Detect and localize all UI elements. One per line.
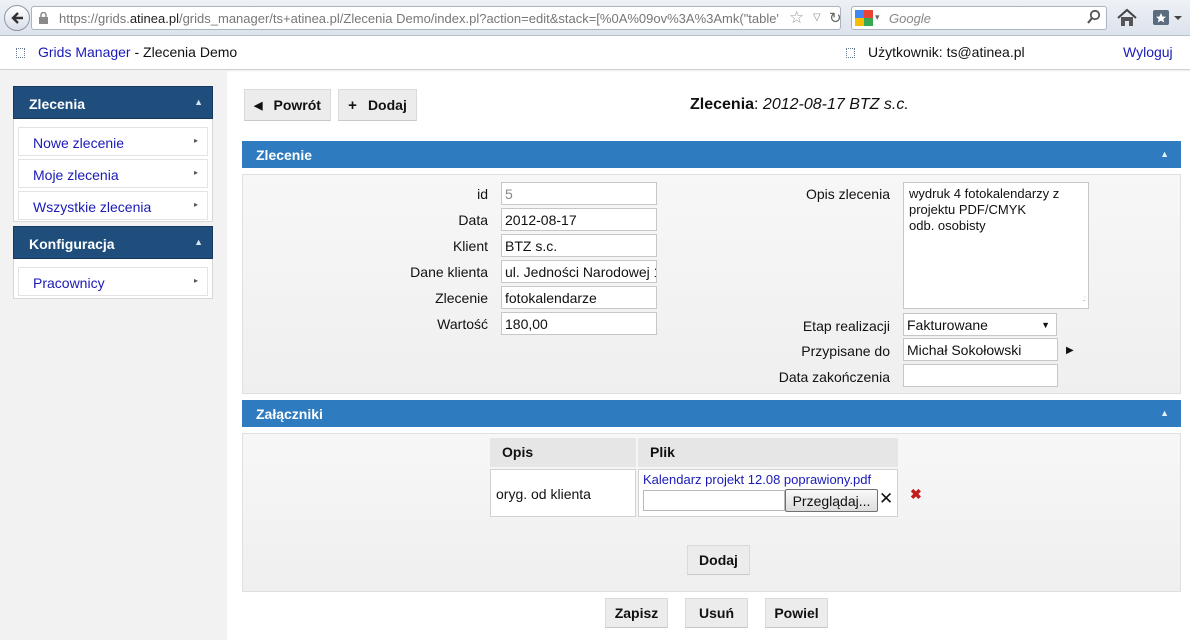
- chevron-right-icon: ▸: [193, 276, 198, 285]
- search-input[interactable]: Google: [889, 11, 931, 26]
- breadcrumb: Grids Manager - Zlecenia Demo: [38, 44, 237, 60]
- duplicate-button[interactable]: Powiel: [765, 598, 828, 628]
- page-title: Zlecenia: 2012-08-17 BTZ s.c.: [690, 96, 909, 113]
- add-attachment-button[interactable]: Dodaj: [687, 545, 750, 575]
- resize-grip-icon[interactable]: .:: [1083, 291, 1087, 307]
- order-field[interactable]: fotokalendarze: [501, 286, 657, 309]
- logout-link[interactable]: Wyloguj: [1123, 44, 1173, 60]
- search-bar[interactable]: ▾ Google: [851, 6, 1107, 30]
- arrow-left-icon: ◀: [254, 99, 263, 112]
- description-textarea[interactable]: wydruk 4 fotokalendarzy z projektu PDF/C…: [903, 182, 1089, 309]
- sidebar-section-title: Zlecenia: [29, 96, 86, 112]
- page-icon: [16, 48, 25, 58]
- column-header-opis: Opis: [490, 438, 636, 467]
- app-home-link[interactable]: Grids Manager: [38, 44, 131, 60]
- chevron-right-icon: ▸: [193, 168, 198, 177]
- expand-arrow-icon[interactable]: ▶: [1066, 345, 1074, 356]
- end-date-field[interactable]: [903, 364, 1058, 387]
- field-label-opis: Opis zlecenia: [805, 186, 890, 202]
- search-engine-dropdown-icon[interactable]: ▾: [875, 12, 880, 23]
- back-icon[interactable]: [4, 5, 30, 31]
- delete-attachment-icon[interactable]: ✖: [910, 486, 922, 503]
- app-header: Grids Manager - Zlecenia Demo Użytkownik…: [0, 36, 1190, 70]
- field-label-id: id: [477, 186, 488, 202]
- reload-icon[interactable]: ↻: [829, 9, 842, 27]
- bookmarks-menu-icon[interactable]: [1150, 6, 1186, 30]
- status-select[interactable]: Fakturowane ▼: [903, 313, 1057, 336]
- collapse-icon[interactable]: ▲: [194, 237, 203, 247]
- date-field[interactable]: 2012-08-17: [501, 208, 657, 231]
- field-label-data: Data: [458, 212, 488, 228]
- field-label-dane-klienta: Dane klienta: [410, 264, 488, 280]
- url-dropdown-icon[interactable]: ▽: [813, 12, 821, 23]
- url-text: https://grids.atinea.pl/grids_manager/ts…: [59, 11, 779, 26]
- chevron-right-icon: ▸: [193, 136, 198, 145]
- back-button[interactable]: ◀ Powrót: [244, 89, 331, 121]
- value-field[interactable]: 180,00: [501, 312, 657, 335]
- search-icon[interactable]: [1086, 9, 1102, 25]
- section-header-zalaczniki[interactable]: Załączniki ▲: [242, 400, 1181, 427]
- id-field: 5: [501, 182, 657, 205]
- attachment-file-link[interactable]: Kalendarz projekt 12.08 poprawiony.pdf: [643, 472, 871, 487]
- sidebar-item-nowe-zlecenie[interactable]: Nowe zlecenie ▸: [18, 127, 208, 156]
- assignee-field[interactable]: Michał Sokołowski: [903, 338, 1058, 361]
- collapse-icon[interactable]: ▲: [194, 97, 203, 107]
- sidebar-item-moje-zlecenia[interactable]: Moje zlecenia ▸: [18, 159, 208, 188]
- sidebar-item-pracownicy[interactable]: Pracownicy ▸: [18, 267, 208, 296]
- dropdown-caret-icon: ▼: [1041, 320, 1050, 330]
- client-field[interactable]: BTZ s.c.: [501, 234, 657, 257]
- add-button[interactable]: + Dodaj: [338, 89, 417, 121]
- home-icon[interactable]: [1115, 6, 1139, 30]
- chevron-right-icon: ▸: [193, 200, 198, 209]
- client-details-field[interactable]: ul. Jedności Narodowej 1: [501, 260, 657, 283]
- bookmark-star-icon[interactable]: ☆: [789, 8, 804, 28]
- save-button[interactable]: Zapisz: [605, 598, 668, 628]
- field-label-przypisane: Przypisane do: [801, 343, 890, 359]
- collapse-icon[interactable]: ▲: [1160, 408, 1169, 418]
- browse-button[interactable]: Przeglądaj...: [785, 489, 878, 512]
- field-label-wartosc: Wartość: [437, 316, 488, 332]
- lock-icon: [39, 12, 48, 24]
- column-header-plik: Plik: [638, 438, 898, 467]
- field-label-data-zakonczenia: Data zakończenia: [778, 369, 890, 385]
- field-label-zlecenie: Zlecenie: [435, 290, 488, 306]
- attachment-description: oryg. od klienta: [496, 486, 591, 502]
- app-subtitle: - Zlecenia Demo: [130, 44, 238, 60]
- address-bar[interactable]: https://grids.atinea.pl/grids_manager/ts…: [31, 6, 842, 30]
- collapse-icon[interactable]: ▲: [1160, 149, 1169, 159]
- google-icon: [855, 10, 873, 26]
- user-label: Użytkownik: ts@atinea.pl: [868, 44, 1025, 60]
- browser-toolbar: https://grids.atinea.pl/grids_manager/ts…: [0, 0, 1190, 36]
- user-icon: [846, 48, 855, 58]
- sidebar-section-zlecenia[interactable]: Zlecenia ▲: [13, 86, 213, 119]
- clear-file-icon[interactable]: ✕: [879, 489, 893, 509]
- delete-button[interactable]: Usuń: [685, 598, 748, 628]
- sidebar-section-title: Konfiguracja: [29, 236, 115, 252]
- section-header-zlecenie[interactable]: Zlecenie ▲: [242, 141, 1181, 168]
- field-label-klient: Klient: [452, 238, 488, 254]
- plus-icon: +: [348, 96, 357, 114]
- sidebar-item-wszystkie-zlecenia[interactable]: Wszystkie zlecenia ▸: [18, 191, 208, 220]
- sidebar-section-konfiguracja[interactable]: Konfiguracja ▲: [13, 226, 213, 259]
- file-path-input[interactable]: [643, 490, 785, 511]
- field-label-etap: Etap realizacji: [802, 318, 890, 334]
